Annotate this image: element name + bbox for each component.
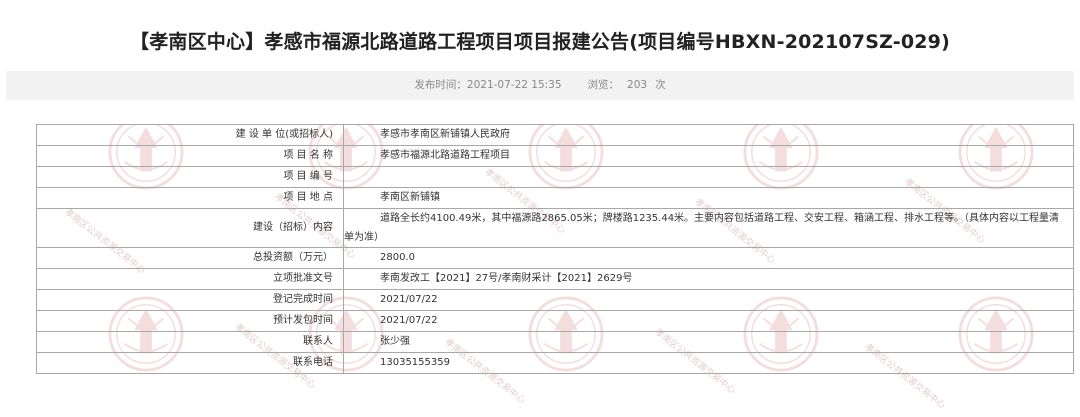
row-value: 2021/07/22 <box>343 289 1074 311</box>
table-row: 登记完成时间 2021/07/22 <box>36 289 1074 311</box>
row-value: 孝南发改工【2021】27号/孝南财采计【2021】2629号 <box>343 268 1074 290</box>
row-label: 登记完成时间 <box>36 289 344 311</box>
row-label: 总投资额（万元） <box>36 247 344 269</box>
row-label: 立项批准文号 <box>36 268 344 290</box>
publish-time: 2021-07-22 15:35 <box>466 79 562 91</box>
row-label: 项 目 地 点 <box>36 187 344 209</box>
project-info-table: 建 设 单 位(或招标人) 孝感市孝南区新铺镇人民政府 项 目 名 称 孝感市福… <box>36 124 1074 374</box>
row-label: 联系电话 <box>36 352 344 374</box>
publish-time-label: 发布时间： <box>414 79 467 91</box>
row-value: 13035155359 <box>343 352 1074 374</box>
table-row: 建设（招标）内容 道路全长约4100.49米，其中福源路2865.05米；牌楼路… <box>36 208 1074 248</box>
views-label: 浏览： <box>587 79 620 91</box>
row-value <box>343 166 1074 188</box>
row-value: 孝感市孝南区新铺镇人民政府 <box>343 124 1074 146</box>
table-row: 预计发包时间 2021/07/22 <box>36 310 1074 332</box>
row-value: 孝感市福源北路道路工程项目 <box>343 145 1074 167</box>
table-row: 联系人 张少强 <box>36 331 1074 353</box>
table-row: 建 设 单 位(或招标人) 孝感市孝南区新铺镇人民政府 <box>36 124 1074 146</box>
row-label: 项 目 编 号 <box>36 166 344 188</box>
row-value: 张少强 <box>343 331 1074 353</box>
row-value-line: 道路全长约4100.49米，其中福源路2865.05米；牌楼路1235.44米。… <box>380 213 1060 224</box>
table-row: 项 目 编 号 <box>36 166 1074 188</box>
views-count: 203 <box>627 79 648 91</box>
row-value: 2021/07/22 <box>343 310 1074 332</box>
table-row: 立项批准文号 孝南发改工【2021】27号/孝南财采计【2021】2629号 <box>36 268 1074 290</box>
table-row: 项 目 地 点 孝南区新铺镇 <box>36 187 1074 209</box>
row-value: 道路全长约4100.49米，其中福源路2865.05米；牌楼路1235.44米。… <box>343 208 1074 248</box>
views-unit: 次 <box>655 79 666 91</box>
row-label: 建 设 单 位(或招标人) <box>36 124 344 146</box>
table-row: 项 目 名 称 孝感市福源北路道路工程项目 <box>36 145 1074 167</box>
publish-info-bar: 发布时间：2021-07-22 15:35 浏览： 203 次 <box>6 71 1074 100</box>
row-label: 项 目 名 称 <box>36 145 344 167</box>
table-row: 总投资额（万元） 2800.0 <box>36 247 1074 269</box>
row-label: 建设（招标）内容 <box>36 208 344 248</box>
row-label: 预计发包时间 <box>36 310 344 332</box>
row-value: 2800.0 <box>343 247 1074 269</box>
page-title: 【孝南区中心】孝感市福源北路道路工程项目项目报建公告(项目编号HBXN-2021… <box>130 31 950 53</box>
row-value-line: 单为准） <box>344 232 384 243</box>
row-value: 孝南区新铺镇 <box>343 187 1074 209</box>
table-row: 联系电话 13035155359 <box>36 352 1074 374</box>
row-label: 联系人 <box>36 331 344 353</box>
